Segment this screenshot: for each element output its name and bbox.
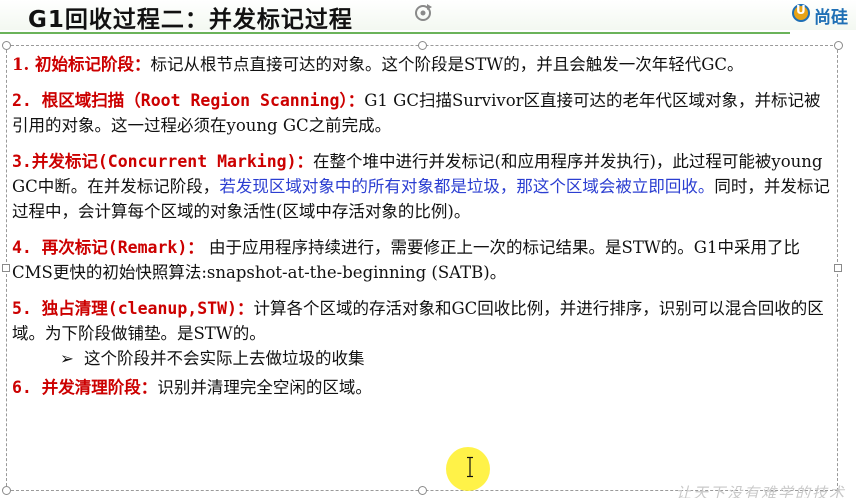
item-1-label: 1. 初始标记阶段： (12, 55, 151, 74)
item-3-label: 3.并发标记(Concurrent Marking)： (12, 152, 314, 171)
item-3: 3.并发标记(Concurrent Marking)：在整个堆中进行并发标记(和… (12, 149, 834, 224)
slide-body[interactable]: 1. 初始标记阶段：标记从根节点直接可达的对象。这个阶段是STW的，并且会触发一… (12, 50, 834, 400)
logo-text: 尚硅 (814, 8, 848, 28)
brand-logo: U 尚硅 (790, 0, 856, 30)
text-cursor-icon (467, 456, 473, 478)
item-3-highlight: 若发现区域对象中的所有对象都是垃圾，那这个区域会被立即回收。 (219, 177, 715, 196)
item-2: 2. 根区域扫描（Root Region Scanning）：G1 GC扫描Su… (12, 88, 834, 138)
logo-mark: U (796, 3, 806, 17)
item-5: 5. 独占清理(cleanup,STW)：计算各个区域的存活对象和GC回收比例，… (12, 296, 834, 346)
slide: G1回收过程二：并发标记过程 U 尚硅 1. 初始标记阶段：标记从根节点直接可达… (0, 0, 856, 498)
title-bar: G1回收过程二：并发标记过程 U 尚硅 (0, 0, 856, 33)
resize-handle-bottom-left[interactable] (2, 486, 11, 495)
item-5-bullet: ➢ 这个阶段并不会实际上去做垃圾的收集 (12, 346, 834, 371)
item-4-label: 4. 再次标记(Remark)： (12, 238, 204, 257)
rotate-handle-icon[interactable] (412, 2, 434, 24)
watermark: 让天下没有难学的技术 (676, 484, 847, 498)
item-1: 1. 初始标记阶段：标记从根节点直接可达的对象。这个阶段是STW的，并且会触发一… (12, 52, 834, 77)
item-5-label: 5. 独占清理(cleanup,STW)： (12, 299, 254, 318)
item-2-label: 2. 根区域扫描（Root Region Scanning）： (12, 91, 365, 110)
item-6-label: 6. 并发清理阶段： (12, 378, 158, 397)
resize-handle-top[interactable] (418, 41, 427, 50)
resize-handle-top-right[interactable] (834, 41, 843, 50)
resize-handle-right[interactable] (834, 264, 842, 272)
item-5-bullet-text: 这个阶段并不会实际上去做垃圾的收集 (84, 349, 365, 368)
title-underline (0, 32, 790, 34)
resize-handle-top-left[interactable] (2, 41, 11, 50)
item-6-text: 识别并清理完全空闲的区域。 (157, 378, 372, 397)
item-6: 6. 并发清理阶段：识别并清理完全空闲的区域。 (12, 375, 834, 400)
resize-handle-left[interactable] (2, 264, 10, 272)
slide-title: G1回收过程二：并发标记过程 (28, 7, 353, 33)
item-4: 4. 再次标记(Remark)： 由于应用程序持续进行，需要修正上一次的标记结果… (12, 235, 834, 285)
bullet-arrow-icon: ➢ (60, 349, 74, 368)
resize-handle-bottom[interactable] (418, 486, 427, 495)
item-1-text: 标记从根节点直接可达的对象。这个阶段是STW的，并且会触发一次年轻代GC。 (150, 55, 744, 74)
